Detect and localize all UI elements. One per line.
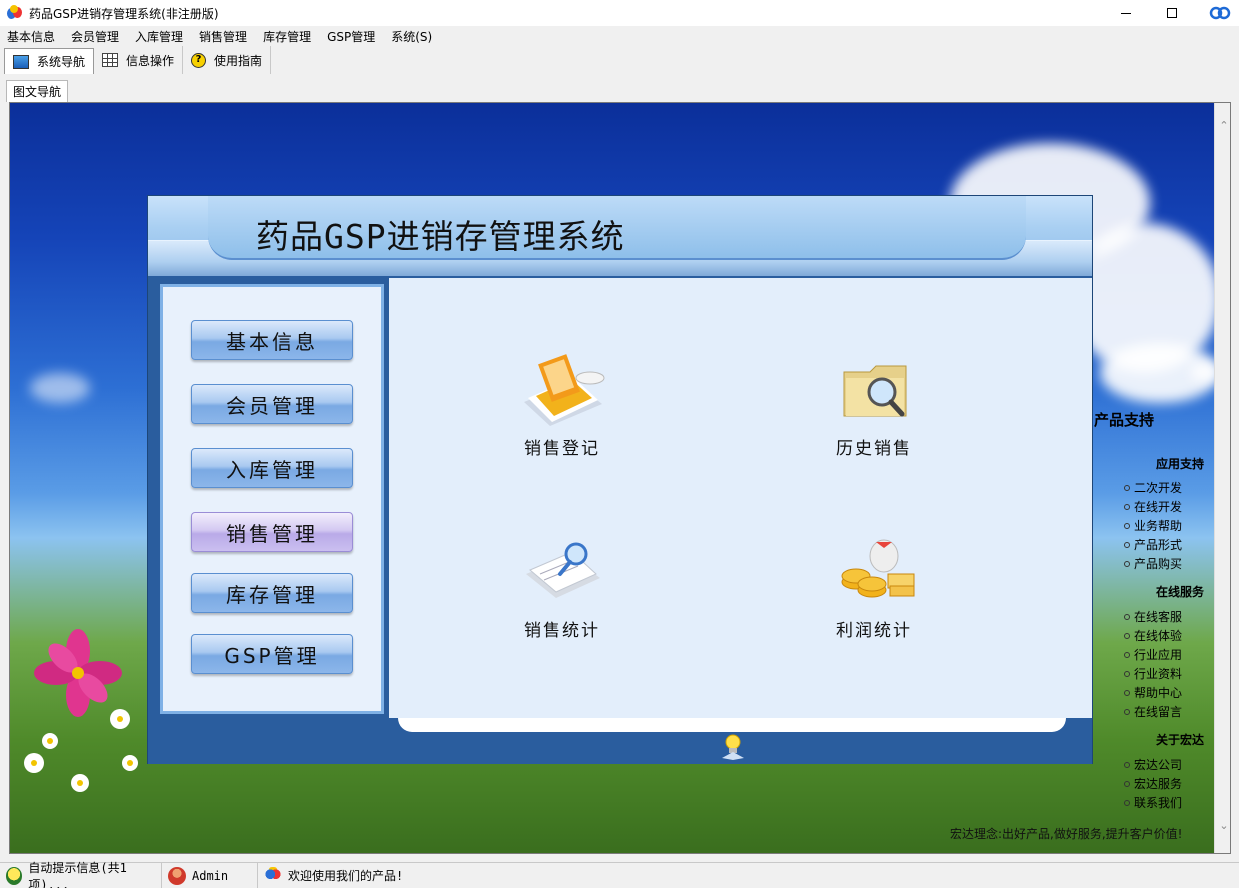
func-sales-stats-label: 销售统计 xyxy=(524,621,600,641)
func-profit-stats-label: 利润统计 xyxy=(836,621,912,641)
status-welcome-text: 欢迎使用我们的产品! xyxy=(288,869,404,883)
window-title: 药品GSP进销存管理系统(非注册版) xyxy=(29,6,219,21)
link-leave-message[interactable]: 在线留言 xyxy=(1124,703,1182,720)
link-online-trial[interactable]: 在线体验 xyxy=(1124,627,1182,644)
panel-title: 药品GSP进销存管理系统 xyxy=(256,217,625,256)
link-contact[interactable]: 联系我们 xyxy=(1124,794,1182,811)
link-icon[interactable] xyxy=(1200,0,1239,26)
scroll-up-icon[interactable]: ⌃ xyxy=(1219,120,1229,131)
link-online-dev[interactable]: 在线开发 xyxy=(1124,498,1182,515)
func-sales-history[interactable]: 历史销售 xyxy=(799,352,949,459)
system-nav-label: 系统导航 xyxy=(37,55,86,69)
menu-stock-in[interactable]: 入库管理 xyxy=(127,28,191,45)
sales-register-icon xyxy=(514,352,610,430)
function-area: 销售登记 历史销售 销售统计 利润统计 xyxy=(387,278,1092,718)
status-tip[interactable]: 自动提示信息(共1项)... xyxy=(0,861,162,888)
toolbar: 系统导航 信息操作 ? 使用指南 xyxy=(0,46,1239,74)
menu-inventory[interactable]: 库存管理 xyxy=(255,28,319,45)
link-online-cs[interactable]: 在线客服 xyxy=(1124,608,1182,625)
link-services[interactable]: 宏达服务 xyxy=(1124,775,1182,792)
status-tip-text: 自动提示信息(共1项)... xyxy=(28,860,127,888)
app-logo-small-icon xyxy=(264,866,282,885)
nav-member-button[interactable]: 会员管理 xyxy=(191,384,353,424)
link-company[interactable]: 宏达公司 xyxy=(1124,756,1182,773)
info-operation-button[interactable]: 信息操作 xyxy=(94,46,184,74)
support-title: 产品支持 xyxy=(1094,411,1155,429)
menu-member[interactable]: 会员管理 xyxy=(63,28,127,45)
info-operation-label: 信息操作 xyxy=(126,53,175,68)
nav-stock-in-button[interactable]: 入库管理 xyxy=(191,448,353,488)
menu-gsp[interactable]: GSP管理 xyxy=(319,28,383,45)
history-search-icon xyxy=(826,352,922,430)
system-nav-button[interactable]: 系统导航 xyxy=(4,48,95,74)
nav-window-icon xyxy=(13,54,29,69)
section-app-support: 应用支持 xyxy=(1156,457,1205,471)
menu-sales[interactable]: 销售管理 xyxy=(191,28,255,45)
nav-sales-button[interactable]: 销售管理 xyxy=(191,512,353,552)
nav-gsp-button[interactable]: GSP管理 xyxy=(191,634,353,674)
status-bar: 自动提示信息(共1项)... Admin 欢迎使用我们的产品! xyxy=(0,861,1239,888)
flower-illustration xyxy=(24,629,138,792)
tip-bulb-icon[interactable] xyxy=(720,732,746,760)
left-nav: 基本信息 会员管理 入库管理 销售管理 库存管理 GSP管理 xyxy=(158,282,386,716)
sales-stats-icon xyxy=(514,534,610,612)
scroll-down-icon[interactable]: ⌄ xyxy=(1219,820,1229,831)
user-guide-button[interactable]: ? 使用指南 xyxy=(183,46,272,74)
menu-bar: 基本信息 会员管理 入库管理 销售管理 库存管理 GSP管理 系统(S) xyxy=(0,26,1239,46)
menu-system[interactable]: 系统(S) xyxy=(383,28,440,45)
app-logo-icon xyxy=(7,5,23,21)
link-secondary-dev[interactable]: 二次开发 xyxy=(1124,479,1182,496)
func-profit-stats[interactable]: 利润统计 xyxy=(799,534,949,641)
maximize-button[interactable] xyxy=(1149,0,1195,26)
main-nav-panel: 药品GSP进销存管理系统 基本信息 会员管理 入库管理 销售管理 库存管理 GS… xyxy=(147,195,1093,764)
link-business-help[interactable]: 业务帮助 xyxy=(1124,517,1182,534)
vertical-scrollbar[interactable]: ⌃ ⌄ xyxy=(1214,103,1230,853)
status-welcome: 欢迎使用我们的产品! xyxy=(258,863,409,888)
grid-icon xyxy=(102,53,119,67)
nav-inventory-button[interactable]: 库存管理 xyxy=(191,573,353,613)
func-sales-stats[interactable]: 销售统计 xyxy=(487,534,637,641)
link-industry-app[interactable]: 行业应用 xyxy=(1124,646,1182,663)
status-user-text: Admin xyxy=(192,868,229,883)
lightbulb-icon xyxy=(6,866,23,885)
panel-header: 药品GSP进销存管理系统 xyxy=(148,196,1092,276)
panel-footer xyxy=(148,718,1092,764)
title-bar: 药品GSP进销存管理系统(非注册版) xyxy=(0,0,1239,26)
menu-basic-info[interactable]: 基本信息 xyxy=(0,28,63,45)
tab-strip: 图文导航 xyxy=(0,74,1239,102)
link-industry-docs[interactable]: 行业资料 xyxy=(1124,665,1182,682)
func-sales-register[interactable]: 销售登记 xyxy=(487,352,637,459)
func-sales-register-label: 销售登记 xyxy=(524,439,600,459)
nav-basic-info-button[interactable]: 基本信息 xyxy=(191,320,353,360)
section-online-service: 在线服务 xyxy=(1156,585,1205,599)
minimize-button[interactable] xyxy=(1103,0,1149,26)
profit-coins-icon xyxy=(826,534,922,612)
help-icon: ? xyxy=(191,52,207,68)
link-product-purchase[interactable]: 产品购买 xyxy=(1124,555,1182,572)
link-product-form[interactable]: 产品形式 xyxy=(1124,536,1182,553)
company-motto: 宏达理念:出好产品,做好服务,提升客户价值! xyxy=(950,827,1183,841)
user-avatar-icon xyxy=(168,866,186,885)
func-sales-history-label: 历史销售 xyxy=(836,439,912,459)
link-help-center[interactable]: 帮助中心 xyxy=(1124,684,1182,701)
user-guide-label: 使用指南 xyxy=(214,53,263,68)
status-user: Admin xyxy=(162,863,258,888)
section-about: 关于宏达 xyxy=(1156,733,1205,747)
tab-graphic-nav[interactable]: 图文导航 xyxy=(6,80,69,102)
